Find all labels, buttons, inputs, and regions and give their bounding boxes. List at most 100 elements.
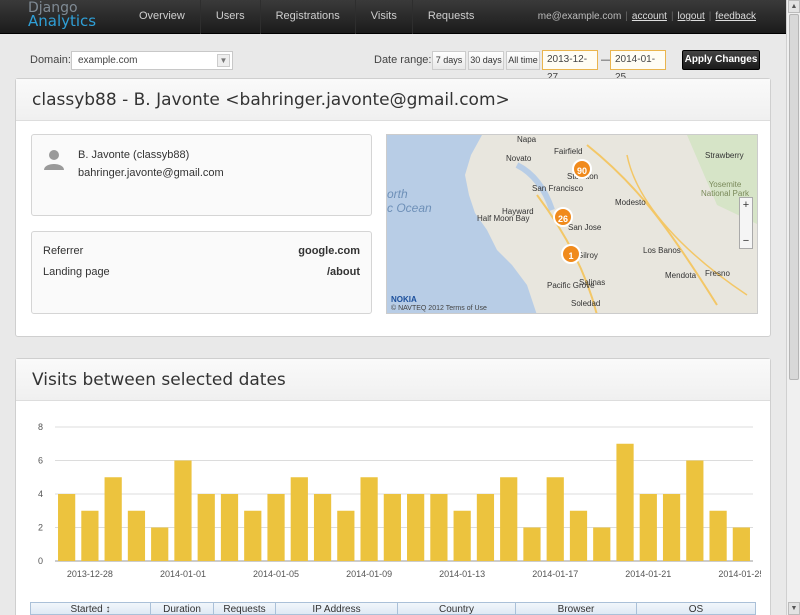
chart-bar[interactable]	[616, 443, 634, 561]
chart-bar[interactable]	[174, 460, 192, 562]
chart-bar[interactable]	[360, 477, 378, 561]
chart-bar[interactable]	[244, 510, 262, 561]
map-pin-marker[interactable]: 26	[553, 207, 573, 227]
chart-bar[interactable]	[476, 494, 495, 561]
scroll-down-icon[interactable]: ▼	[788, 602, 800, 615]
map-place: San Francisco	[532, 184, 584, 193]
x-tick-label: 2014-01-17	[532, 569, 578, 579]
chart-bar[interactable]	[197, 494, 215, 561]
chart-bar[interactable]	[569, 510, 588, 561]
x-tick-label: 2014-01-01	[160, 569, 206, 579]
chevron-down-icon[interactable]: ▼	[217, 54, 230, 67]
domain-value: example.com	[78, 55, 138, 66]
user-links: me@example.com | account | logout | feedback	[537, 11, 756, 22]
page-scrollbar[interactable]: ▲ ▼	[786, 0, 800, 615]
nav-visits[interactable]: Visits	[354, 0, 412, 34]
chart-bar[interactable]	[104, 477, 122, 561]
chart-bar[interactable]	[383, 494, 401, 561]
chart-bar[interactable]	[151, 527, 169, 562]
chart-bar[interactable]	[686, 460, 704, 562]
zoom-in-button[interactable]: +	[740, 198, 752, 212]
scrollbar-thumb[interactable]	[789, 14, 799, 380]
chart-bar[interactable]	[546, 477, 564, 561]
visits-title: Visits between selected dates	[16, 359, 770, 401]
chart-bar[interactable]	[267, 494, 285, 561]
chart-bar[interactable]	[81, 510, 99, 561]
user-email-text: bahringer.javonte@gmail.com	[78, 167, 224, 179]
column-ip-address[interactable]: IP Address	[276, 603, 398, 614]
y-tick-label: 6	[38, 456, 43, 466]
y-tick-label: 0	[38, 556, 43, 566]
app-logo[interactable]: Django Analytics	[28, 1, 108, 32]
map-place: Strawberry	[705, 151, 744, 160]
map-zoom-control: + −	[739, 197, 753, 249]
chart-bar[interactable]	[313, 494, 332, 561]
chart-bar[interactable]	[732, 527, 750, 562]
column-browser[interactable]: Browser	[516, 603, 637, 614]
column-requests[interactable]: Requests	[214, 603, 276, 614]
map-place: Soledad	[571, 299, 601, 308]
map-copyright[interactable]: © NAVTEQ 2012 Terms of Use	[391, 305, 487, 312]
top-navbar: Django Analytics Overview Users Registra…	[0, 0, 786, 34]
date-to-input[interactable]: 2014-01-25	[610, 50, 666, 83]
chart-bar[interactable]	[639, 494, 657, 561]
map-place: Napa	[517, 135, 537, 144]
account-link[interactable]: account	[632, 11, 667, 22]
map-place: Fairfield	[554, 147, 583, 156]
chart-bar[interactable]	[290, 477, 308, 561]
chart-bar[interactable]	[523, 527, 541, 562]
map-pin-marker[interactable]: 1	[561, 244, 581, 264]
nav-overview[interactable]: Overview	[124, 0, 200, 34]
x-tick-label: 2014-01-09	[346, 569, 392, 579]
chart-bar[interactable]	[430, 494, 448, 561]
column-started[interactable]: Started ↕	[31, 603, 151, 614]
nav-users[interactable]: Users	[199, 0, 260, 34]
visit-info-card: Referrer google.com Landing page /about	[31, 231, 372, 314]
referrer-value: google.com	[298, 245, 360, 257]
map-place: Fresno	[705, 269, 730, 278]
map-place: Novato	[506, 154, 532, 163]
apply-changes-button[interactable]: Apply Changes	[682, 50, 760, 70]
map-brand-logo: NOKIA	[391, 295, 417, 304]
range-all-time-button[interactable]: All time	[506, 51, 540, 70]
column-os[interactable]: OS	[637, 603, 755, 614]
map-pin-marker[interactable]: 90	[572, 159, 592, 179]
location-map[interactable]: orth c Ocean Napa Fairfield Novato Stock…	[386, 134, 758, 314]
date-range-label: Date range:	[374, 54, 432, 66]
x-tick-label: 2014-01-13	[439, 569, 485, 579]
domain-select[interactable]: example.com ▼	[71, 51, 233, 70]
map-ocean-label-2: c Ocean	[387, 201, 432, 215]
nav-requests[interactable]: Requests	[411, 0, 489, 34]
logout-link[interactable]: logout	[678, 11, 705, 22]
user-icon	[44, 150, 64, 170]
chart-bar[interactable]	[337, 510, 355, 561]
chart-bar[interactable]	[593, 527, 611, 562]
user-card: B. Javonte (classyb88) bahringer.javonte…	[31, 134, 372, 216]
chart-bar[interactable]	[662, 494, 681, 561]
map-place: Yosemite National Park	[700, 180, 750, 198]
visits-table-header: Started ↕ Duration Requests IP Address C…	[30, 602, 756, 615]
chart-bar[interactable]	[58, 494, 76, 561]
visits-panel: Visits between selected dates 0 2 4 6 8 2013-…	[15, 358, 771, 615]
feedback-link[interactable]: feedback	[715, 11, 756, 22]
chart-bar[interactable]	[453, 510, 471, 561]
date-from-input[interactable]: 2013-12-27	[542, 50, 598, 83]
column-duration[interactable]: Duration	[151, 603, 214, 614]
chart-bar[interactable]	[407, 494, 425, 561]
scroll-up-icon[interactable]: ▲	[788, 0, 800, 13]
x-tick-label: 2014-01-25	[718, 569, 761, 579]
nav-registrations[interactable]: Registrations	[259, 0, 355, 34]
map-place: Modesto	[615, 198, 646, 207]
map-place: Mendota	[665, 271, 697, 280]
chart-bar[interactable]	[500, 477, 518, 561]
range-30-days-button[interactable]: 30 days	[468, 51, 504, 70]
range-7-days-button[interactable]: 7 days	[432, 51, 466, 70]
chart-bar[interactable]	[127, 510, 146, 561]
zoom-out-button[interactable]: −	[740, 234, 752, 248]
referrer-label: Referrer	[43, 245, 84, 257]
x-tick-label: 2014-01-21	[625, 569, 671, 579]
chart-bar[interactable]	[709, 510, 727, 561]
chart-bar[interactable]	[220, 494, 239, 561]
column-country[interactable]: Country	[398, 603, 516, 614]
map-ocean-label-1: orth	[387, 187, 408, 201]
